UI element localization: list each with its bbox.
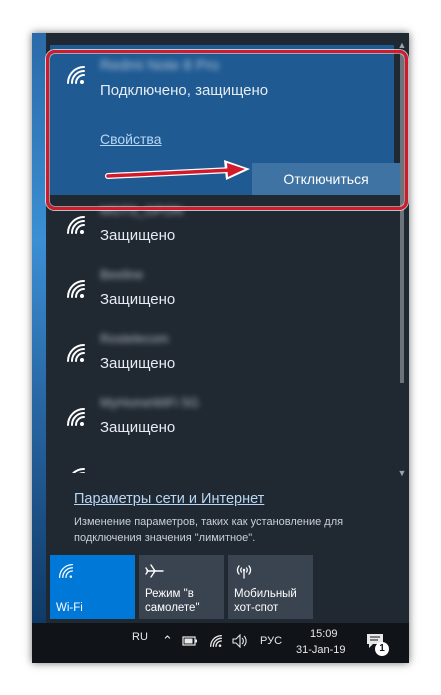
network-item[interactable]: Beeline Защищено xyxy=(50,261,394,323)
network-name: MyHomeWiFi 5G xyxy=(100,395,199,410)
wifi-tile-label: Wi-Fi xyxy=(56,602,83,614)
hotspot-label: Мобильный хот-спот xyxy=(234,587,297,615)
volume-icon[interactable] xyxy=(232,634,248,648)
battery-icon[interactable] xyxy=(182,635,198,647)
network-tray-icon[interactable] xyxy=(208,634,224,648)
network-status: Защищено xyxy=(100,291,176,308)
hotspot-icon xyxy=(236,565,252,579)
wifi-signal-icon xyxy=(67,280,85,298)
airplane-icon xyxy=(145,564,164,578)
network-settings-link[interactable]: Параметры сети и Интернет xyxy=(74,491,264,507)
clock-date[interactable]: 31-Jan-19 xyxy=(296,644,346,656)
hotspot-label-line2: хот-спот xyxy=(234,602,279,614)
wifi-signal-icon xyxy=(67,216,85,234)
scroll-thumb[interactable] xyxy=(400,53,404,383)
disconnect-button[interactable]: Отключиться xyxy=(252,163,400,195)
wifi-signal-icon xyxy=(67,344,85,362)
airplane-mode-tile[interactable]: Режим "в самолете" xyxy=(139,555,224,619)
taskbar: RU ⌃ РУС 15:09 31-Jan-19 1 xyxy=(32,623,409,663)
network-status: Подключено, защищено xyxy=(100,82,269,99)
network-item[interactable]: Rostelecom Защищено xyxy=(50,325,394,387)
wifi-signal-icon xyxy=(67,66,85,84)
wifi-icon xyxy=(58,563,74,579)
network-name: Beeline xyxy=(100,267,144,282)
network-status: Защищено xyxy=(100,227,176,244)
wifi-tile[interactable]: Wi-Fi xyxy=(50,555,135,619)
network-name: Redmi Note 8 Pro xyxy=(100,57,220,74)
network-item-partial[interactable] xyxy=(50,453,394,473)
properties-link[interactable]: Свойства xyxy=(100,131,161,147)
network-item[interactable]: MyHomeWiFi 5G Защищено xyxy=(50,389,394,451)
desktop-screen: Redmi Note 8 Pro Подключено, защищено Св… xyxy=(32,33,409,663)
wifi-signal-icon xyxy=(67,408,85,426)
airplane-mode-label: Режим "в самолете" xyxy=(145,587,200,615)
clock-time[interactable]: 15:09 xyxy=(310,628,338,640)
network-name: MGTS_GPON xyxy=(100,203,184,218)
airplane-mode-label-line1: Режим "в xyxy=(145,588,194,600)
wifi-signal-icon xyxy=(72,468,85,473)
language-short[interactable]: RU xyxy=(132,631,148,643)
network-status: Защищено xyxy=(100,355,176,372)
network-list-scrollbar[interactable]: ▲ ▼ xyxy=(397,39,407,479)
scroll-down-icon[interactable]: ▼ xyxy=(397,467,407,479)
network-settings-description: Изменение параметров, таких как установл… xyxy=(74,516,344,544)
network-list: Redmi Note 8 Pro Подключено, защищено Св… xyxy=(46,33,400,473)
network-status: Защищено xyxy=(100,419,176,436)
network-item-connected[interactable]: Redmi Note 8 Pro Подключено, защищено Св… xyxy=(50,45,400,195)
network-item[interactable]: MGTS_GPON Защищено xyxy=(50,197,394,259)
input-language[interactable]: РУС xyxy=(260,635,282,647)
hotspot-label-line1: Мобильный xyxy=(234,588,297,600)
show-hidden-icons-icon[interactable]: ⌃ xyxy=(162,633,173,649)
notification-count-badge: 1 xyxy=(375,642,389,656)
mobile-hotspot-tile[interactable]: Мобильный хот-спот xyxy=(228,555,313,619)
network-name: Rostelecom xyxy=(100,331,169,346)
airplane-mode-label-line2: самолете" xyxy=(145,602,200,614)
scroll-up-icon[interactable]: ▲ xyxy=(397,39,407,51)
network-flyout: Redmi Note 8 Pro Подключено, защищено Св… xyxy=(46,33,409,623)
